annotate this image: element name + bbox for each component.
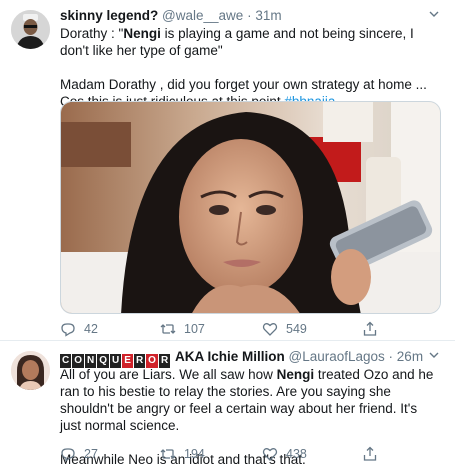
retweet-icon	[160, 324, 176, 334]
photo-image	[61, 102, 440, 313]
like-count: 438	[286, 447, 307, 461]
separator-dot: ·	[247, 8, 252, 23]
avatar-image	[11, 351, 50, 390]
chevron-down-icon[interactable]	[427, 348, 441, 362]
text-fragment: All of you are Liars. We all saw how	[60, 367, 277, 382]
retweet-icon	[160, 449, 176, 459]
avatar-image	[11, 10, 50, 49]
bold-text: Nengi	[123, 26, 161, 41]
reply-count: 27	[84, 447, 98, 461]
name-flag-emoji: CONQUEROR	[60, 349, 171, 368]
heart-icon	[262, 448, 278, 461]
like-button[interactable]: 438	[262, 445, 307, 463]
separator-dot: ·	[388, 349, 394, 364]
tweet[interactable]: CONQUEROR AKA Ichie Million @LauraofLago…	[0, 341, 455, 471]
tweet[interactable]: skinny legend? @wale__awe · 31m Dorathy …	[0, 0, 455, 341]
retweet-button[interactable]: 107	[160, 320, 205, 338]
like-button[interactable]: 549	[262, 320, 307, 338]
reply-icon	[61, 323, 75, 337]
reply-count: 42	[84, 322, 98, 336]
retweet-button[interactable]: 194	[160, 445, 205, 463]
timestamp[interactable]: 31m	[255, 8, 281, 23]
retweet-count: 107	[184, 322, 205, 336]
user-handle[interactable]: @LauraofLagos	[288, 349, 384, 364]
tweet-header: CONQUEROR AKA Ichie Million @LauraofLago…	[60, 348, 425, 368]
tweet-actions: 27 194 438	[60, 445, 440, 463]
text-fragment: Dorathy : "	[60, 26, 124, 41]
display-name[interactable]: skinny legend?	[60, 8, 158, 23]
timestamp[interactable]: 26m	[397, 349, 423, 364]
reply-button[interactable]: 27	[60, 445, 98, 463]
reply-icon	[61, 448, 75, 462]
share-button[interactable]	[362, 445, 378, 463]
bold-text: Nengi	[276, 367, 315, 382]
share-icon	[363, 446, 377, 461]
chevron-down-icon[interactable]	[427, 7, 441, 21]
share-icon	[363, 321, 377, 336]
user-handle[interactable]: @wale__awe	[162, 8, 243, 23]
tweet-header: skinny legend? @wale__awe · 31m	[60, 7, 425, 25]
display-name[interactable]: AKA Ichie Million	[175, 349, 285, 364]
tweet-actions: 42 107 549	[60, 320, 440, 338]
share-button[interactable]	[362, 320, 378, 338]
retweet-count: 194	[184, 447, 205, 461]
attached-photo[interactable]	[60, 101, 441, 314]
heart-icon	[262, 323, 278, 336]
reply-button[interactable]: 42	[60, 320, 98, 338]
like-count: 549	[286, 322, 307, 336]
avatar[interactable]	[11, 10, 50, 49]
avatar[interactable]	[11, 351, 50, 390]
